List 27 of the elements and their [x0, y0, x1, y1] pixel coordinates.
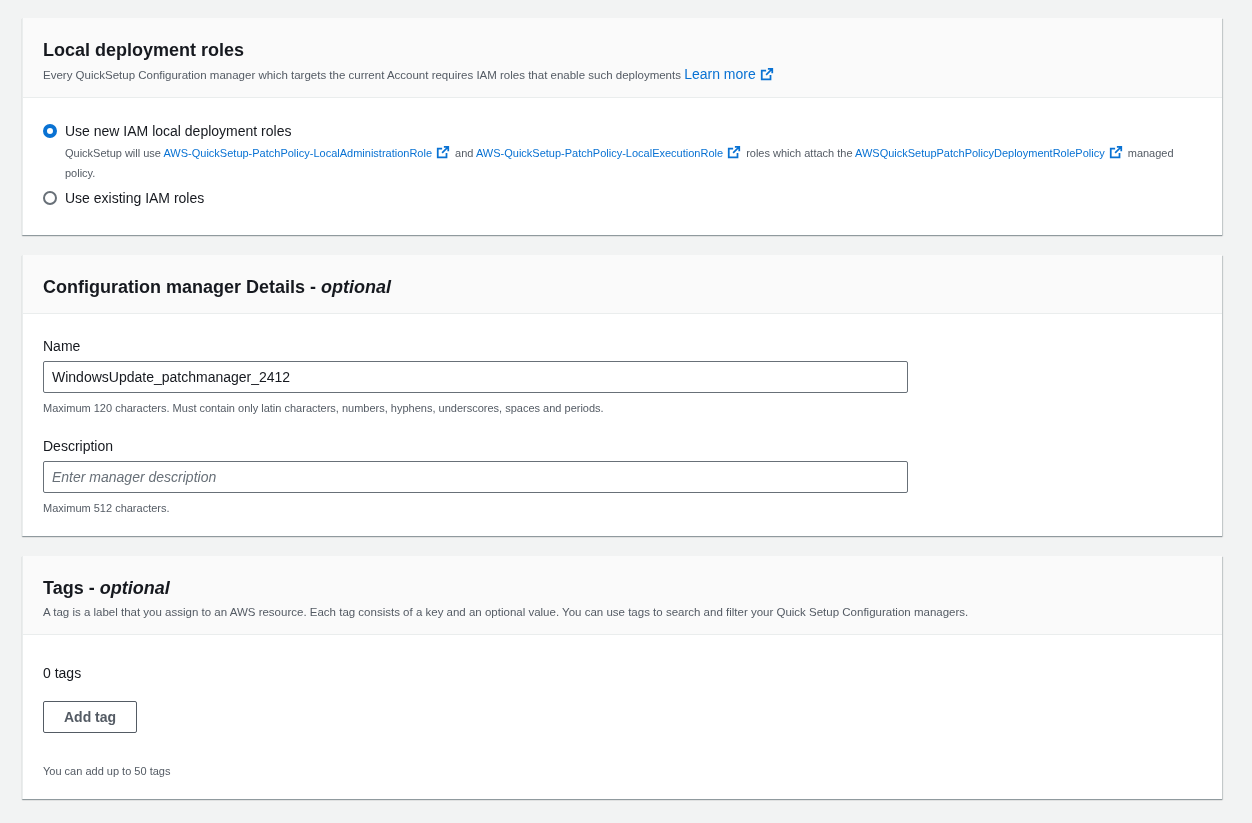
tag-limit-hint: You can add up to 50 tags: [43, 765, 172, 777]
external-link-icon: [436, 145, 451, 159]
input-field[interactable]: Enter manager description: [43, 461, 908, 493]
role-link[interactable]: AWS-QuickSetup-PatchPolicy-LocalAdministrationRole: [163, 147, 433, 159]
option-description: QuickSetup will use AWS-QuickSetup-PatchPolicy-LocalAdministrationRole and AWS-QuickSetup-PatchPolicy-LocalExecutionRole roles which attach the AWSQuickSetupPatchPolicyDeploymentRolePolicy managed policy.: [65, 144, 1175, 181]
learn-more-link[interactable]: Learn more: [684, 66, 756, 82]
radio-button[interactable]: [43, 191, 57, 205]
field-label: Description: [43, 438, 115, 454]
panel-title: Configuration manager Details - optional: [43, 276, 393, 299]
add-tag-button[interactable]: Add tag: [43, 701, 138, 733]
radio-button[interactable]: [43, 124, 57, 138]
radio-label: Use new IAM local deployment roles: [65, 122, 293, 140]
panel-description: A tag is a label that you assign to an AWS resource. Each tag consists of a key and an optional value. You can use tags to search and filter your Quick Setup Configuration managers.: [43, 605, 970, 620]
radio-label: Use existing IAM roles: [65, 189, 205, 207]
external-link-icon: [1108, 145, 1123, 159]
tag-count: 0 tags: [43, 665, 83, 681]
input-field[interactable]: WindowsUpdate_patchmanager_2412: [43, 361, 908, 393]
field-constraint: Maximum 120 characters. Must contain only latin characters, numbers, hyphens, underscores, spaces and periods.: [43, 402, 605, 414]
role-link[interactable]: AWS-QuickSetup-PatchPolicy-LocalExecutionRole: [475, 147, 724, 159]
external-link-icon: [727, 145, 742, 159]
panel-title: Tags - optional: [43, 577, 171, 600]
external-link-icon: [759, 67, 774, 81]
panel-description: Every QuickSetup Configuration manager which targets the current Account requires IAM roles that enable such deployments Learn more: [43, 66, 1202, 83]
field-constraint: Maximum 512 characters.: [43, 502, 171, 514]
panel-title: Local deployment roles: [43, 39, 246, 62]
field-label: Name: [43, 338, 82, 354]
role-link[interactable]: AWSQuickSetupPatchPolicyDeploymentRolePolicy: [855, 147, 1105, 159]
